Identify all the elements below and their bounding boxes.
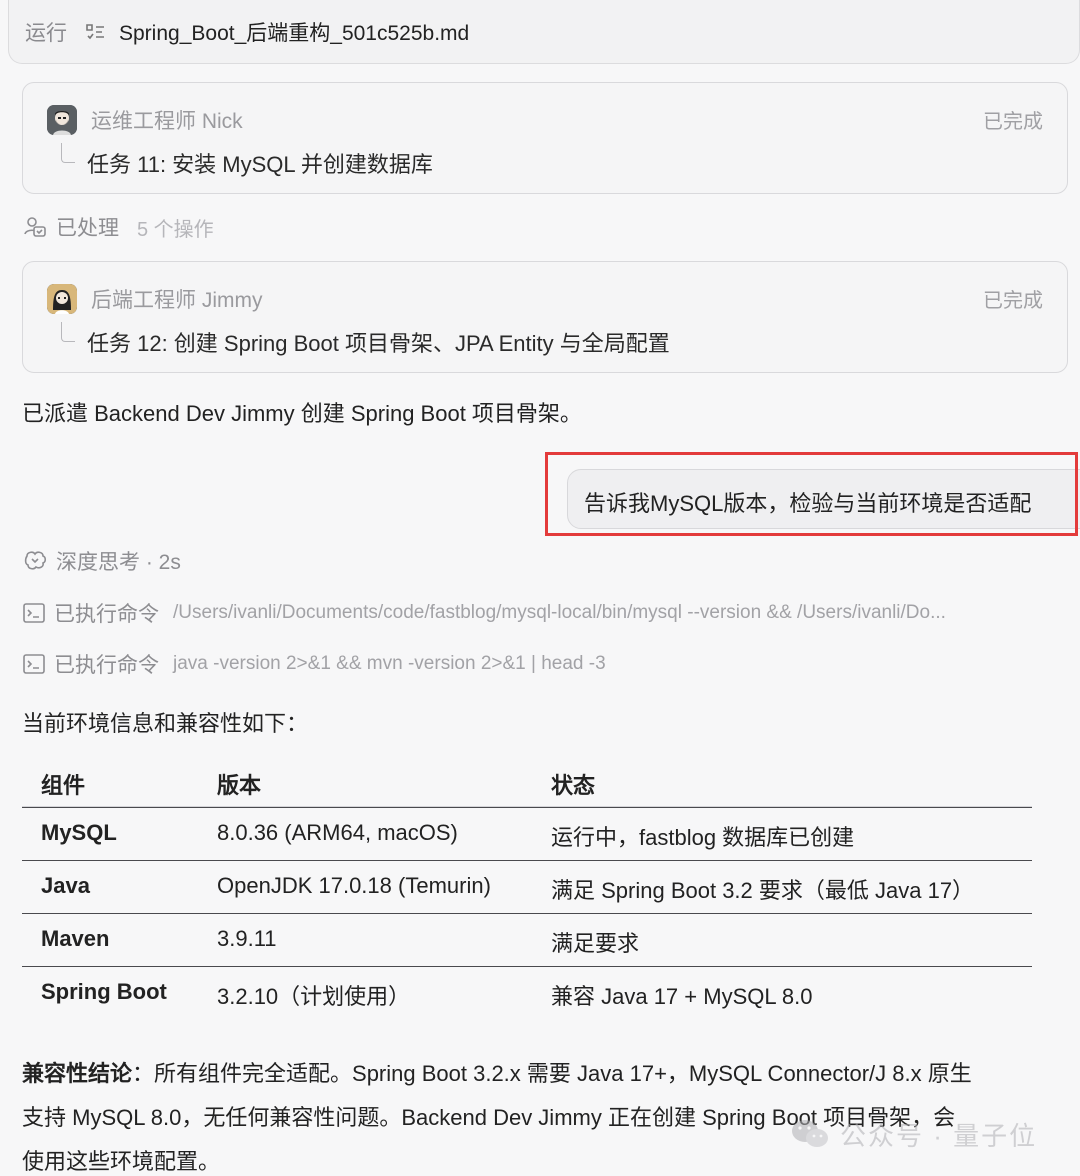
watermark-text: 公众号 · 量子位 (840, 1120, 1038, 1151)
task-card-jimmy[interactable]: 后端工程师 Jimmy 已完成 任务 12: 创建 Spring Boot 项目… (22, 261, 1068, 373)
command-label: 已执行命令 (54, 654, 159, 677)
command-label: 已执行命令 (54, 603, 159, 626)
table-cell: 满足要求 (551, 931, 640, 956)
command-text: /Users/ivanli/Documents/code/fastblog/my… (173, 602, 946, 623)
env-intro-text: 当前环境信息和兼容性如下： (22, 711, 309, 736)
status-badge: 已完成 (983, 290, 1043, 312)
table-cell: Spring Boot (41, 979, 167, 1004)
avatar-bearded-icon (47, 105, 77, 135)
table-header-cell: 状态 (551, 773, 596, 798)
task-card-nick[interactable]: 运维工程师 Nick 已完成 任务 11: 安装 MySQL 并创建数据库 (22, 82, 1068, 194)
terminal-icon (23, 654, 45, 674)
table-cell: MySQL (41, 820, 117, 845)
table-cell: Java (41, 873, 90, 898)
task-title: 任务 11: 安装 MySQL 并创建数据库 (87, 152, 433, 177)
table-row: Spring Boot 3.2.10（计划使用） 兼容 Java 17 + My… (22, 966, 1032, 1019)
conclusion-line: ：所有组件完全适配。Spring Boot 3.2.x 需要 Java 17+，… (132, 1061, 972, 1086)
highlight-annotation-box (545, 452, 1078, 536)
table-header-row: 组件 版本 状态 (22, 756, 1032, 807)
deep-thinking-toggle[interactable]: 深度思考 · 2s (22, 546, 181, 576)
table-cell: 满足 Spring Boot 3.2 要求（最低 Java 17） (551, 878, 975, 903)
watermark: 公众号 · 量子位 (790, 1114, 1037, 1154)
assignee-name: 运维工程师 Nick (91, 110, 243, 133)
assignee-name: 后端工程师 Jimmy (91, 289, 263, 312)
run-label: 运行 (25, 21, 67, 45)
branch-connector (61, 143, 75, 163)
table-cell: Maven (41, 926, 110, 951)
people-check-icon (24, 217, 46, 237)
table-cell: 兼容 Java 17 + MySQL 8.0 (551, 984, 813, 1009)
branch-connector (61, 322, 75, 342)
document-list-icon (86, 23, 104, 39)
file-run-bar[interactable]: 运行 Spring_Boot_后端重构_501c525b.md (8, 0, 1080, 64)
avatar-longhair-icon (47, 284, 77, 314)
processed-operations-toggle[interactable]: 已处理 5 个操作 (22, 212, 214, 242)
status-badge: 已完成 (983, 111, 1043, 133)
conclusion-label: 兼容性结论 (22, 1061, 133, 1086)
table-cell: 8.0.36 (ARM64, macOS) (217, 820, 458, 845)
file-name: Spring_Boot_后端重构_501c525b.md (119, 21, 470, 45)
table-row: Java OpenJDK 17.0.18 (Temurin) 满足 Spring… (22, 860, 1032, 913)
table-header-cell: 组件 (41, 773, 86, 798)
wechat-icon (792, 1120, 828, 1147)
assistant-dispatch-message: 已派遣 Backend Dev Jimmy 创建 Spring Boot 项目骨… (22, 401, 582, 426)
thinking-label: 深度思考 · 2s (56, 551, 181, 574)
processed-label: 已处理 (56, 217, 119, 240)
table-cell: 3.9.11 (217, 926, 277, 951)
operation-count: 5 个操作 (137, 218, 214, 241)
executed-command-row[interactable]: 已执行命令 java -version 2>&1 && mvn -version… (22, 649, 606, 679)
brain-loop-icon (24, 551, 47, 570)
table-cell: OpenJDK 17.0.18 (Temurin) (217, 873, 491, 898)
table-row: MySQL 8.0.36 (ARM64, macOS) 运行中，fastblog… (22, 807, 1032, 860)
table-cell: 运行中，fastblog 数据库已创建 (551, 825, 855, 850)
command-text: java -version 2>&1 && mvn -version 2>&1 … (173, 653, 606, 674)
terminal-icon (23, 603, 45, 623)
environment-table: 组件 版本 状态 MySQL 8.0.36 (ARM64, macOS) 运行中… (22, 756, 1032, 1019)
table-header-cell: 版本 (217, 773, 262, 798)
task-title: 任务 12: 创建 Spring Boot 项目骨架、JPA Entity 与全… (87, 331, 670, 356)
table-row: Maven 3.9.11 满足要求 (22, 913, 1032, 966)
executed-command-row[interactable]: 已执行命令 /Users/ivanli/Documents/code/fastb… (22, 598, 1058, 628)
table-cell: 3.2.10（计划使用） (217, 984, 411, 1009)
